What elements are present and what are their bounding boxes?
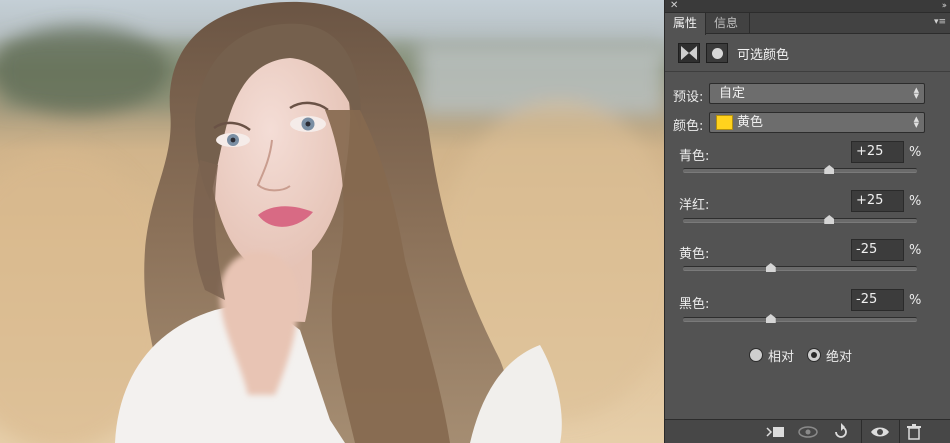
chevron-updown-icon: ▲ ▼ (913, 115, 919, 129)
black-value-input[interactable]: -25 (851, 289, 904, 311)
cyan-value-input[interactable]: +25 (851, 141, 904, 163)
selective-color-adjustment-icon[interactable] (678, 43, 700, 63)
collapse-panel-icon[interactable]: ›› (942, 0, 947, 12)
yellow-value-input[interactable]: -25 (851, 239, 904, 261)
clip-to-layer-icon[interactable] (763, 423, 789, 441)
magenta-value-input[interactable]: +25 (851, 190, 904, 212)
magenta-slider-track[interactable] (683, 215, 917, 224)
chevron-updown-icon: ▲ ▼ (913, 86, 919, 100)
slider-thumb[interactable] (824, 215, 835, 224)
properties-panel: ✕ ›› 属性 信息 ▾≡ 可选颜色 预设: 自定 ▲ ▼ 颜色: 黄色 ▲ ▼ 青… (664, 0, 950, 443)
panel-menu-icon[interactable]: ▾≡ (934, 17, 946, 27)
toolbar-divider (861, 420, 862, 443)
toolbar-divider (899, 420, 900, 443)
slider-label: 洋红: (679, 198, 710, 213)
percent-unit: % (909, 293, 922, 308)
panel-bottom-toolbar (665, 419, 950, 443)
tab-info[interactable]: 信息 (706, 13, 750, 34)
close-icon[interactable]: ✕ (670, 0, 678, 12)
view-previous-state-icon[interactable] (795, 423, 821, 441)
tab-properties[interactable]: 属性 (665, 13, 706, 35)
yellow-swatch (716, 115, 733, 130)
visibility-eye-icon[interactable] (868, 423, 892, 441)
trash-icon[interactable] (903, 423, 925, 441)
adjustment-title: 可选颜色 (737, 48, 790, 63)
layer-mask-icon[interactable] (706, 43, 728, 63)
slider-label: 黑色: (679, 297, 710, 312)
percent-unit: % (909, 243, 922, 258)
photo-canvas (0, 0, 664, 443)
slider-thumb[interactable] (824, 165, 835, 174)
black-slider-track[interactable] (683, 314, 917, 323)
relative-radio[interactable] (749, 348, 763, 362)
color-label: 颜色: (673, 119, 704, 134)
reset-icon[interactable] (830, 423, 852, 441)
yellow-slider-track[interactable] (683, 263, 917, 272)
color-value: 黄色 (737, 115, 764, 130)
preset-dropdown[interactable]: 自定 ▲ ▼ (709, 83, 925, 104)
slider-label: 青色: (679, 149, 710, 164)
panel-tabbar: 属性 信息 ▾≡ (665, 13, 950, 35)
slider-thumb[interactable] (765, 314, 776, 323)
adjustment-layer-header: 可选颜色 (665, 34, 950, 72)
absolute-radio[interactable] (807, 348, 821, 362)
percent-unit: % (909, 194, 922, 209)
relative-label: 相对 (768, 350, 795, 365)
preset-value: 自定 (719, 86, 746, 101)
absolute-label: 绝对 (826, 350, 853, 365)
preset-label: 预设: (673, 90, 704, 105)
cyan-slider-track[interactable] (683, 165, 917, 174)
color-dropdown[interactable]: 黄色 ▲ ▼ (709, 112, 925, 133)
panel-title-strip: ✕ ›› (665, 0, 950, 13)
slider-thumb[interactable] (765, 263, 776, 272)
slider-label: 黄色: (679, 247, 710, 262)
portrait-photo (0, 1, 664, 443)
percent-unit: % (909, 145, 922, 160)
